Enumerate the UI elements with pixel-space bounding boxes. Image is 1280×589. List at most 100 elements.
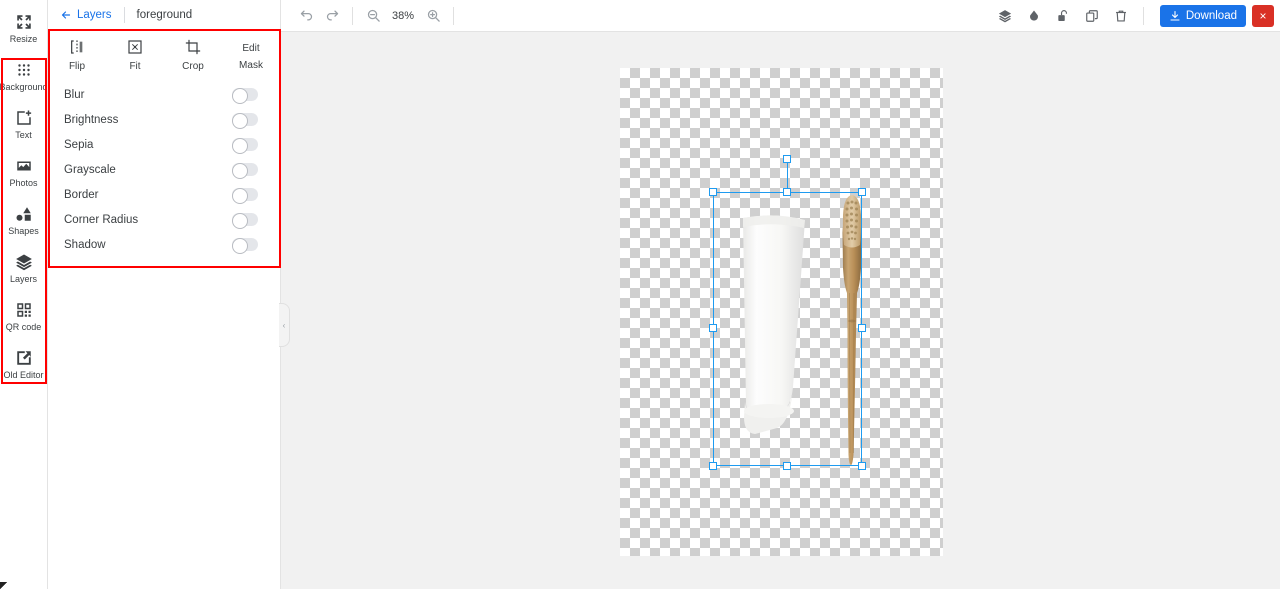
resize-handle-top-right[interactable] — [858, 188, 866, 196]
sidebar-item-old-editor[interactable]: Old Editor — [0, 340, 48, 388]
layers-button[interactable] — [995, 3, 1016, 29]
sidebar-item-label: Photos — [9, 177, 38, 188]
zoom-in-icon — [427, 9, 440, 22]
layer-tools-row: Flip Fit Crop Edit Mask — [48, 30, 280, 76]
brightness-toggle[interactable] — [232, 112, 258, 129]
sidebar-item-photos[interactable]: Photos — [0, 148, 48, 196]
current-layer-name: foreground — [136, 8, 193, 21]
filters-list: Blur Brightness Sepia Grayscale Border C… — [48, 76, 280, 257]
download-icon — [1170, 10, 1180, 21]
sidebar-item-label: Background — [0, 81, 48, 92]
delete-button[interactable] — [1111, 3, 1132, 29]
breadcrumb-divider — [123, 6, 125, 23]
crop-tool-button[interactable]: Crop — [164, 39, 222, 72]
tool-label: Fit — [129, 61, 141, 72]
filter-label: Border — [64, 188, 99, 201]
redo-icon — [326, 10, 338, 21]
shadow-toggle[interactable] — [232, 237, 258, 254]
undo-icon — [300, 10, 312, 21]
filter-row-brightness: Brightness — [48, 107, 280, 132]
opacity-button[interactable] — [1024, 3, 1045, 29]
edit-square-icon — [15, 349, 33, 367]
layer-properties-panel: Layers foreground Flip Fit Crop Edit Mas… — [48, 0, 281, 589]
resize-handle-top-left[interactable] — [709, 188, 717, 196]
photos-icon — [15, 157, 33, 175]
resize-handle-top-center[interactable] — [782, 188, 791, 196]
lock-toggle-button[interactable] — [1053, 3, 1074, 29]
zoom-out-button[interactable] — [360, 3, 386, 29]
flip-horizontal-icon — [69, 39, 85, 55]
sidebar-item-text[interactable]: Text — [0, 100, 48, 148]
sidebar-item-layers[interactable]: Layers — [0, 244, 48, 292]
sidebar-item-label: Layers — [9, 273, 37, 284]
filter-row-border: Border — [48, 182, 280, 207]
sidebar-item-label: Resize — [9, 33, 38, 44]
blur-toggle[interactable] — [232, 87, 258, 104]
resize-handle-middle-left[interactable] — [709, 324, 717, 332]
resize-icon — [15, 13, 33, 31]
shapes-icon — [15, 205, 33, 223]
zoom-level-value[interactable]: 38% — [386, 10, 420, 22]
redo-button[interactable] — [319, 3, 345, 29]
filter-label: Shadow — [64, 238, 106, 251]
resize-handle-middle-right[interactable] — [858, 324, 866, 332]
back-to-layers-button[interactable]: Layers — [60, 9, 112, 21]
canvas-workspace[interactable] — [281, 32, 1280, 589]
close-editor-button[interactable]: × — [1252, 4, 1274, 27]
corner-radius-toggle[interactable] — [232, 212, 258, 229]
duplicate-button[interactable] — [1082, 3, 1103, 29]
resize-handle-bottom-center[interactable] — [782, 462, 791, 470]
grayscale-toggle[interactable] — [232, 162, 258, 179]
sidebar-item-qr-code[interactable]: QR code — [0, 292, 48, 340]
arrow-left-icon — [61, 10, 71, 19]
unlock-icon — [1058, 9, 1068, 21]
top-toolbar: 38% Download × — [281, 0, 1280, 32]
undo-button[interactable] — [293, 3, 319, 29]
tool-label-line2: Mask — [239, 60, 263, 71]
tool-label: Flip — [68, 61, 86, 72]
breadcrumb: Layers foreground — [48, 0, 280, 30]
left-sidebar: Resize Background Text Photos Shapes Lay… — [0, 0, 48, 589]
sepia-toggle[interactable] — [232, 137, 258, 154]
zoom-in-button[interactable] — [420, 3, 446, 29]
flip-tool-button[interactable]: Flip — [48, 39, 106, 72]
layers-icon — [999, 9, 1012, 22]
sidebar-item-label: Old Editor — [3, 369, 44, 380]
resize-handle-bottom-left[interactable] — [709, 462, 717, 470]
tool-label-line1: Edit — [242, 43, 260, 54]
zoom-out-icon — [367, 9, 380, 22]
filter-row-shadow: Shadow — [48, 232, 280, 257]
filter-row-blur: Blur — [48, 82, 280, 107]
text-add-icon — [15, 109, 33, 127]
rotate-handle[interactable] — [782, 155, 791, 163]
panel-collapse-handle[interactable]: ‹ — [279, 303, 290, 347]
tool-label: Crop — [182, 61, 204, 72]
toolbar-divider — [352, 6, 353, 25]
sidebar-item-background[interactable]: Background — [0, 52, 48, 100]
toolbar-divider-2 — [453, 6, 454, 25]
download-button[interactable]: Download — [1159, 4, 1246, 27]
image-editor-app: Resize Background Text Photos Shapes Lay… — [0, 0, 1280, 589]
download-label: Download — [1185, 9, 1237, 22]
duplicate-icon — [1086, 9, 1099, 22]
sidebar-item-label: Text — [15, 129, 32, 140]
border-toggle[interactable] — [232, 187, 258, 204]
toolbar-divider-3 — [1142, 6, 1144, 25]
sidebar-item-shapes[interactable]: Shapes — [0, 196, 48, 244]
fit-tool-button[interactable]: Fit — [106, 39, 164, 72]
sidebar-item-label: QR code — [5, 321, 42, 332]
edit-mask-tool-button[interactable]: Edit Mask — [222, 39, 280, 71]
resize-handle-bottom-right[interactable] — [858, 462, 866, 470]
filter-label: Sepia — [64, 138, 94, 151]
sidebar-item-resize[interactable]: Resize — [0, 4, 48, 52]
selection-bounding-box[interactable] — [709, 155, 866, 470]
filter-row-grayscale: Grayscale — [48, 157, 280, 182]
fit-to-frame-icon — [127, 39, 143, 55]
toolbar-right-group: Download × — [991, 0, 1280, 32]
crop-icon — [185, 39, 201, 55]
filter-label: Blur — [64, 88, 85, 101]
filter-label: Grayscale — [64, 163, 116, 176]
back-label: Layers — [77, 8, 112, 21]
background-grid-icon — [15, 61, 33, 79]
delete-trash-icon — [1116, 10, 1127, 22]
